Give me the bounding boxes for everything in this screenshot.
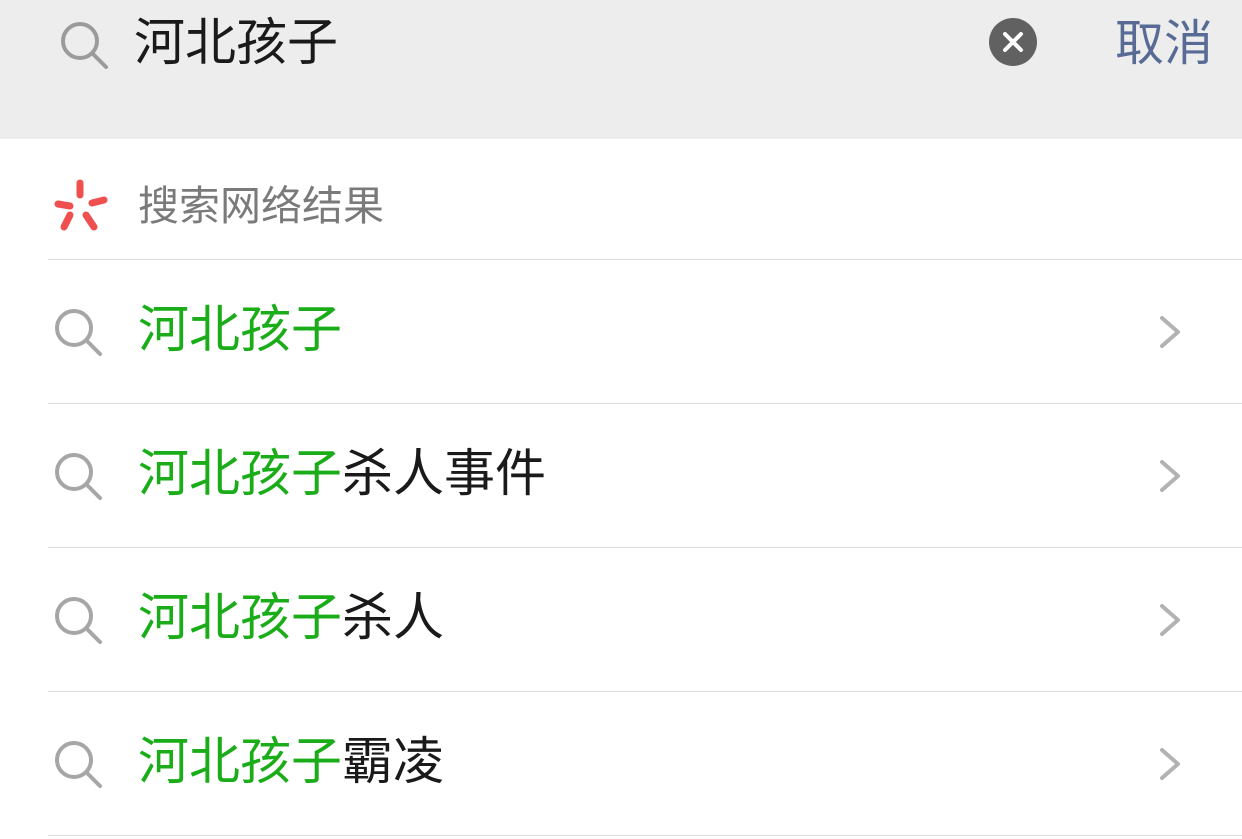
suggestion-row[interactable]: 河北孩子杀人事件 [0, 404, 1242, 547]
search-icon [61, 22, 108, 69]
cancel-button[interactable]: 取消 [1115, 12, 1213, 76]
search-network-row[interactable]: 搜索网络结果 [0, 139, 1242, 259]
suggestion-text: 河北孩子杀人 [138, 586, 444, 652]
search-icon [55, 597, 102, 644]
suggestion-text: 河北孩子霸凌 [138, 730, 444, 796]
search-icon [55, 309, 102, 356]
suggestion-row[interactable]: 河北孩子杀人 [0, 548, 1242, 691]
suggestion-rest: 霸凌 [342, 733, 445, 792]
suggestion-highlight: 河北孩子 [138, 589, 343, 648]
clear-icon [1003, 32, 1023, 52]
suggestion-highlight: 河北孩子 [138, 733, 343, 792]
suggestion-rest: 杀人事件 [342, 445, 547, 504]
suggestion-row[interactable]: 河北孩子霸凌 [0, 692, 1242, 835]
search-icon [55, 741, 102, 788]
suggestion-highlight: 河北孩子 [138, 301, 343, 360]
chevron-right-icon [1160, 604, 1180, 636]
divider [48, 835, 1242, 836]
search-input[interactable]: 河北孩子 [134, 12, 338, 76]
chevron-right-icon [1160, 748, 1180, 780]
chevron-right-icon [1160, 316, 1180, 348]
suggestion-text: 河北孩子杀人事件 [138, 442, 546, 508]
suggestion-highlight: 河北孩子 [138, 445, 343, 504]
suggestion-text: 河北孩子 [138, 298, 342, 364]
search-network-icon [54, 179, 108, 231]
chevron-right-icon [1160, 460, 1180, 492]
search-icon [55, 453, 102, 500]
suggestion-row[interactable]: 河北孩子 [0, 260, 1242, 403]
search-network-label: 搜索网络结果 [138, 182, 384, 230]
suggestion-rest: 杀人 [342, 589, 445, 648]
search-header: 河北孩子 取消 [0, 0, 1242, 139]
clear-button[interactable] [989, 18, 1037, 66]
